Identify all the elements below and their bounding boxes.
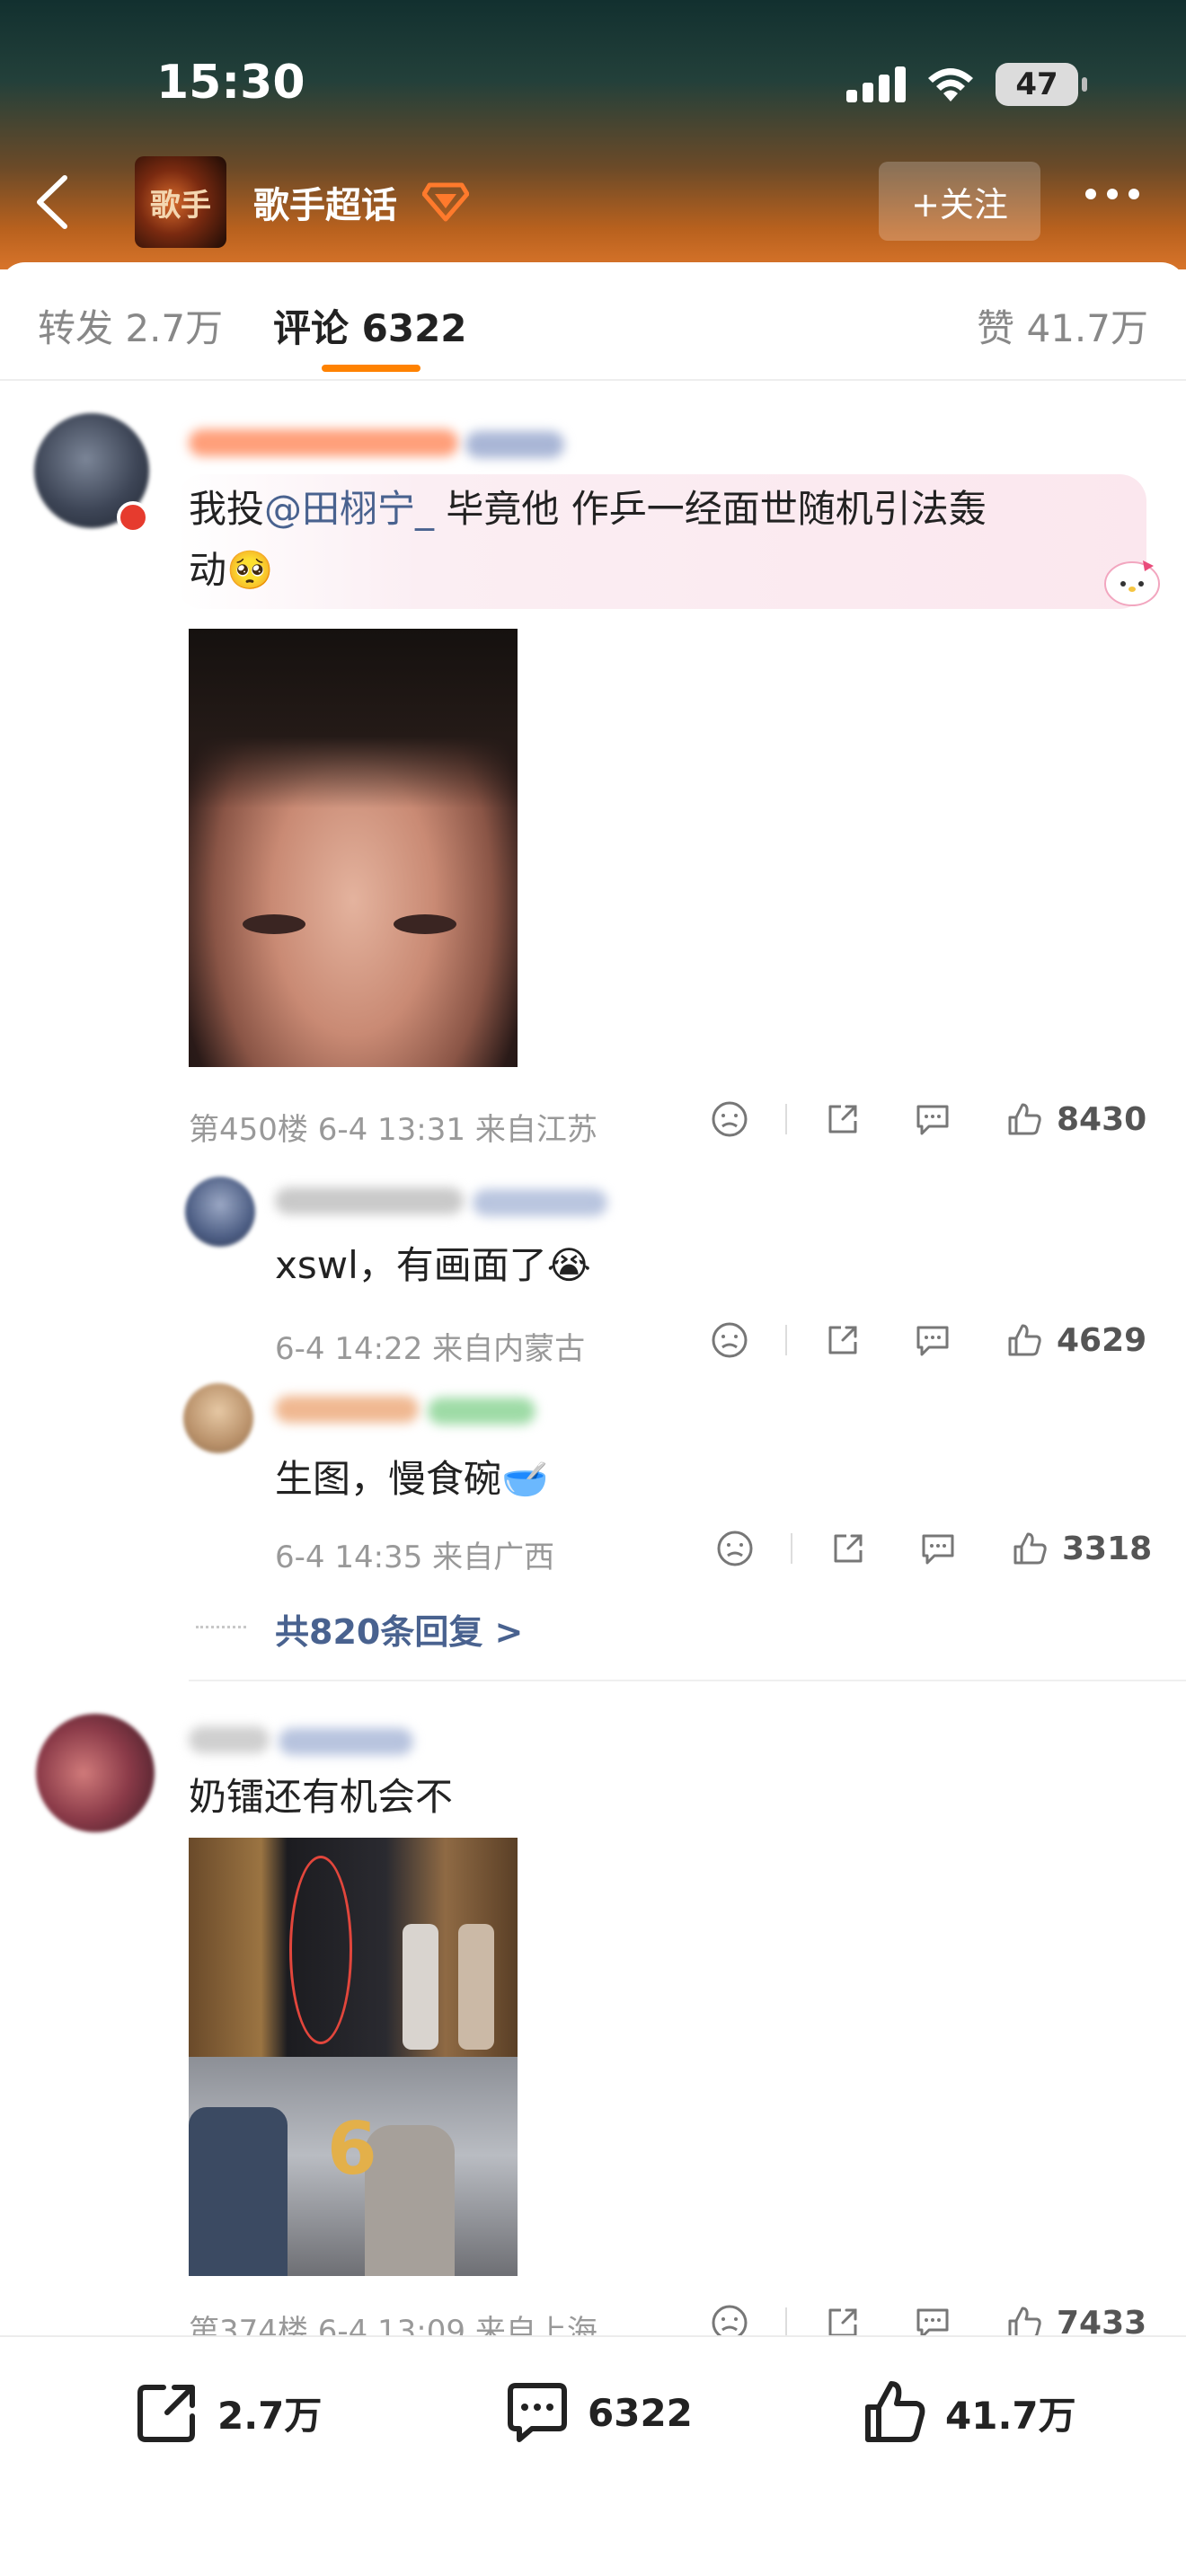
topic-header: 15:30 47 歌手 歌手超话 +关注 — [0, 0, 1186, 269]
reply-actions: 3318 — [715, 1529, 1152, 1568]
comment-count: 6322 — [588, 2390, 693, 2435]
dislike-icon[interactable] — [715, 1529, 755, 1568]
follow-button[interactable]: +关注 — [879, 162, 1040, 241]
dislike-icon[interactable] — [710, 1099, 749, 1139]
username-blurred[interactable] — [189, 429, 458, 456]
topic-avatar-text: 歌手 — [150, 187, 211, 224]
share-icon[interactable] — [823, 1099, 863, 1139]
comment-actions: 8430 — [710, 1099, 1146, 1139]
user-level-badge — [428, 1398, 535, 1425]
back-arrow-icon[interactable] — [27, 171, 81, 234]
comment-photo[interactable] — [189, 629, 518, 1067]
comment-meta: 第450楼 6-4 13:31 来自江苏 — [189, 1112, 597, 1148]
avatar[interactable] — [185, 1177, 255, 1247]
tab-repost[interactable]: 转发 2.7万 — [38, 298, 223, 353]
like-icon[interactable] — [1005, 1320, 1044, 1360]
action-divider — [785, 1104, 787, 1134]
share-icon[interactable] — [828, 1529, 868, 1568]
like-icon[interactable] — [1005, 1099, 1044, 1139]
comment-divider — [189, 1680, 1186, 1681]
dislike-icon[interactable] — [710, 1320, 749, 1360]
repost-icon — [137, 2385, 195, 2442]
hello-kitty-sticker-icon — [1104, 560, 1160, 606]
username-blurred[interactable] — [275, 1187, 464, 1214]
tab-bar: 转发 2.7万 评论 6322 赞 41.7万 — [0, 262, 1186, 381]
more-options-icon[interactable] — [1085, 189, 1139, 199]
like-icon[interactable] — [1010, 1529, 1049, 1568]
reply-text: xswl，有画面了😭 — [275, 1243, 591, 1287]
like-count: 8430 — [1057, 1100, 1147, 1138]
action-divider — [791, 1533, 792, 1564]
topic-title[interactable]: 歌手超话 — [253, 176, 397, 228]
comment-photo[interactable]: 6 — [189, 1838, 518, 2276]
status-time: 15:30 — [156, 56, 305, 110]
user-mention-link[interactable]: @田栩宁_ — [264, 487, 434, 531]
username-blurred[interactable] — [189, 1726, 270, 1753]
repost-count: 2.7万 — [217, 2393, 323, 2438]
reply-icon[interactable] — [913, 1099, 952, 1139]
user-level-badge — [473, 1189, 607, 1216]
comment-text: 奶镭还有机会不 — [189, 1775, 454, 1819]
comment-text-line2: 动🥺 — [189, 548, 274, 592]
tab-likes[interactable]: 赞 41.7万 — [977, 298, 1148, 353]
tab-comments[interactable]: 评论 6322 — [273, 298, 467, 353]
reply-meta: 6-4 14:35 来自广西 — [275, 1539, 555, 1575]
action-divider — [785, 1325, 787, 1355]
replies-dotted-line — [196, 1626, 246, 1628]
reply-icon[interactable] — [913, 1320, 952, 1360]
reply-meta: 6-4 14:22 来自内蒙古 — [275, 1331, 586, 1367]
status-icons: 47 — [846, 63, 1087, 106]
bottom-action-bar: 2.7万 6322 41.7万 — [0, 2335, 1186, 2576]
topic-avatar[interactable]: 歌手 — [135, 156, 226, 248]
comment-action[interactable]: 6322 — [501, 2377, 693, 2448]
more-replies-link[interactable]: 共820条回复 > — [275, 1604, 523, 1654]
comment-icon — [508, 2383, 567, 2442]
user-level-badge — [279, 1728, 413, 1755]
battery-indicator: 47 — [996, 63, 1087, 106]
reply-text: 生图，慢食碗🥣 — [275, 1457, 549, 1501]
like-icon — [865, 2381, 925, 2442]
reply-icon[interactable] — [918, 1529, 958, 1568]
avatar[interactable] — [183, 1383, 253, 1453]
action-divider — [785, 2307, 787, 2338]
wifi-icon — [928, 68, 973, 101]
username-blurred[interactable] — [275, 1396, 419, 1423]
repost-action[interactable]: 2.7万 — [131, 2377, 322, 2448]
signal-icon — [846, 66, 906, 102]
like-action[interactable]: 41.7万 — [859, 2377, 1076, 2448]
share-icon[interactable] — [823, 1320, 863, 1360]
avatar[interactable] — [36, 1714, 155, 1832]
like-count: 41.7万 — [945, 2393, 1076, 2438]
comment-text: 我投@田栩宁_ 毕竟他 作乒一经面世随机引法轰 — [189, 487, 987, 531]
reply-actions: 4629 — [710, 1320, 1146, 1360]
like-count: 3318 — [1062, 1530, 1153, 1567]
active-tab-indicator — [322, 365, 420, 372]
super-topic-badge-icon — [422, 182, 469, 222]
user-badge-icon — [117, 501, 149, 534]
like-count: 4629 — [1057, 1321, 1147, 1359]
comments-sheet: 转发 2.7万 评论 6322 赞 41.7万 — [0, 262, 1186, 2576]
user-level-badge — [465, 431, 564, 458]
